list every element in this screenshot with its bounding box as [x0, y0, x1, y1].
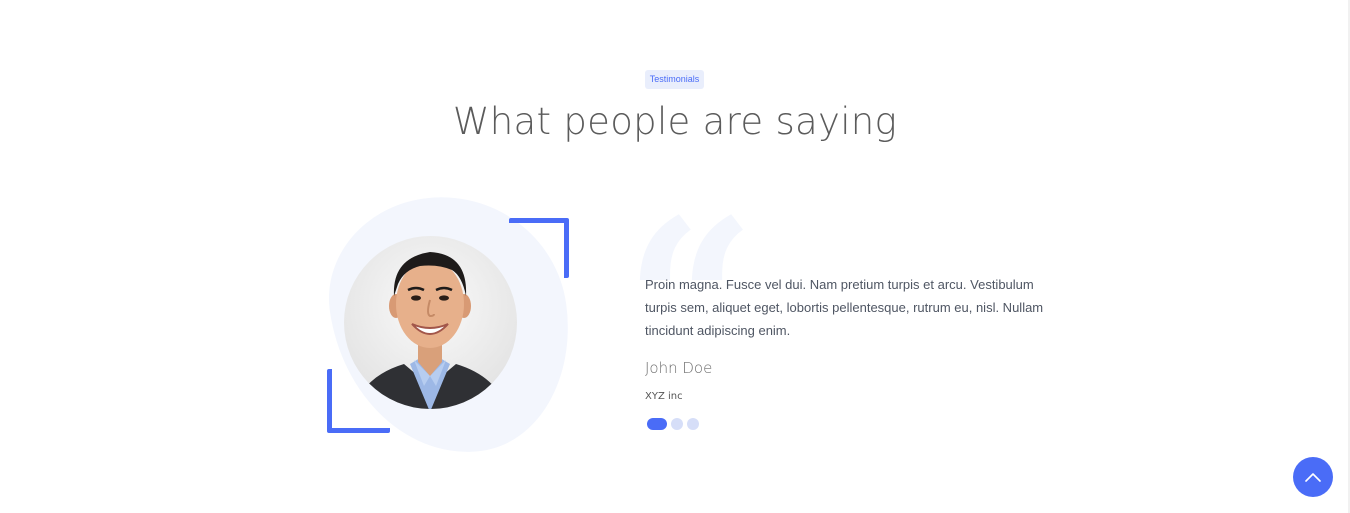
chevron-up-icon — [1305, 473, 1321, 482]
testimonial-quote: Proin magna. Fusce vel dui. Nam pretium … — [645, 277, 1044, 338]
testimonial-company: XYZ inc — [645, 391, 683, 402]
slider-dot-2[interactable] — [671, 418, 683, 430]
testimonial-author: John Doe — [645, 359, 713, 377]
slider-dot-3[interactable] — [687, 418, 699, 430]
back-to-top-button[interactable] — [1293, 457, 1333, 497]
slider-dot-1[interactable] — [647, 418, 667, 430]
section-heading: What people are saying — [452, 100, 898, 143]
section-badge: Testimonials — [645, 70, 704, 89]
person-portrait-icon — [354, 252, 507, 409]
corner-bracket-top-right — [509, 218, 569, 278]
slider-pagination — [647, 418, 699, 430]
avatar — [344, 236, 517, 409]
